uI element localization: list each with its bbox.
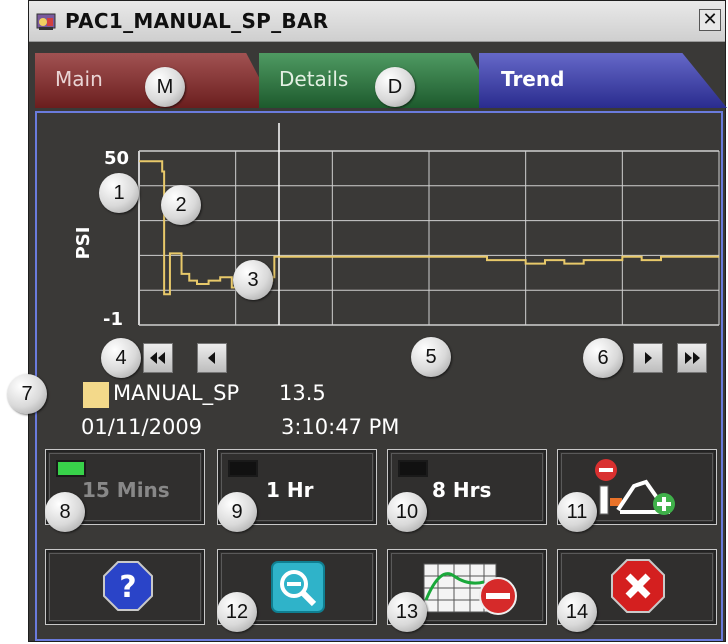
time-span-1-hr-label: 1 Hr [266,478,314,502]
legend-swatch [83,382,109,408]
double-left-arrow-icon [150,352,165,364]
cursor-time: 3:10:47 PM [281,415,400,439]
y-tick-max: 50 [104,148,129,169]
help-icon: ? [103,561,153,611]
y-tick-min: -1 [103,309,123,330]
callout-3: 3 [233,260,273,300]
scroll-forward-button[interactable] [633,343,663,373]
help-button[interactable]: ? [45,549,205,625]
left-arrow-icon [208,352,215,364]
indicator-led [398,460,428,477]
tab-main-label: Main [55,67,103,91]
title-bar: PAC1_MANUAL_SP_BAR ✕ [29,1,725,42]
faceplate-window: PAC1_MANUAL_SP_BAR ✕ Main Details Trend … [7,0,727,642]
legend-current-value: 13.5 [279,381,326,405]
callout-10: 10 [387,492,427,532]
scroll-first-button[interactable] [143,343,173,373]
callout-7: 7 [7,374,47,414]
callout-2: 2 [161,185,201,225]
tab-bar: Main Details Trend M D [29,53,727,109]
y-axis-label: PSI [73,227,94,260]
cursor-date: 01/11/2009 [81,415,203,439]
scroll-back-button[interactable] [197,343,227,373]
callout-8: 8 [45,492,85,532]
trend-chart: PSI 50 -1 [73,123,720,330]
close-icon [611,559,665,613]
tab-trend-label: Trend [501,67,565,91]
callout-m: M [145,67,185,107]
legend: MANUAL_SP 13.5 [83,381,503,409]
time-span-8-hrs-label: 8 Hrs [432,478,492,502]
window-title: PAC1_MANUAL_SP_BAR [65,9,329,33]
zoom-out-icon [271,561,325,613]
scroll-last-button[interactable] [677,343,707,373]
add-remove-pen-icon [595,459,675,515]
tab-details-label: Details [279,67,349,91]
callout-6: 6 [583,338,623,378]
indicator-led [228,460,258,477]
callout-13: 13 [387,592,427,632]
callout-9: 9 [217,492,257,532]
callout-4: 4 [101,338,141,378]
remove-trend-icon [423,563,517,615]
callout-1: 1 [99,173,139,213]
svg-text:?: ? [119,570,136,605]
window-close-button[interactable]: ✕ [699,9,721,31]
cursor-datetime: 01/11/2009 3:10:47 PM [81,415,399,439]
legend-series-name: MANUAL_SP [113,381,240,405]
callout-11: 11 [557,492,597,532]
indicator-led [56,460,86,477]
callout-5: 5 [411,337,451,377]
right-arrow-icon [645,352,652,364]
faceplate-app-icon [36,13,56,30]
callout-12: 12 [217,592,257,632]
double-right-arrow-icon [685,352,700,364]
time-span-15-mins-label: 15 Mins [82,478,170,502]
tab-trend[interactable]: Trend [479,53,727,108]
chart-grid [138,150,720,326]
callout-d: D [375,67,415,107]
callout-14: 14 [557,592,597,632]
